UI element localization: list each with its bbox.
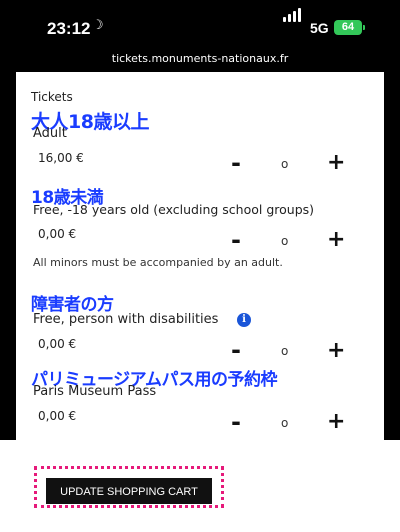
battery-cap: [363, 25, 365, 30]
decrease-button[interactable]: -: [231, 149, 241, 177]
decrease-button[interactable]: -: [231, 336, 241, 364]
quantity-value: o: [281, 416, 289, 430]
increase-button[interactable]: +: [327, 150, 345, 175]
ticket-name: Paris Museum Pass: [33, 384, 157, 399]
status-time: 23:12: [47, 19, 91, 38]
quantity-value: o: [281, 234, 289, 248]
left-panel: [0, 440, 16, 532]
quantity-value: o: [281, 157, 289, 171]
ticket-card-bottom: [16, 440, 384, 465]
status-bar: 23:12 ☽ 5G 64: [0, 0, 400, 46]
ticket-price: 16,00 €: [38, 151, 84, 165]
section-label: Tickets: [31, 90, 73, 104]
ticket-name: Free, person with disabilities: [33, 312, 219, 327]
minor-note: All minors must be accompanied by an adu…: [33, 256, 283, 269]
ticket-name: Free, -18 years old (excluding school gr…: [33, 202, 315, 217]
network-label: 5G: [310, 20, 329, 36]
ticket-price: 0,00 €: [38, 337, 77, 351]
ticket-name: Adult: [33, 126, 67, 141]
url-bar[interactable]: tickets.monuments-nationaux.fr: [0, 46, 400, 72]
decrease-button[interactable]: -: [231, 408, 241, 436]
increase-button[interactable]: +: [327, 409, 345, 434]
update-cart-button[interactable]: UPDATE SHOPPING CART: [46, 478, 212, 504]
quantity-value: o: [281, 344, 289, 358]
ticket-price: 0,00 €: [38, 227, 77, 241]
battery-icon: 64: [334, 20, 362, 35]
ticket-price: 0,00 €: [38, 409, 77, 423]
info-icon[interactable]: i: [237, 313, 251, 327]
right-panel: [384, 440, 400, 532]
increase-button[interactable]: +: [327, 338, 345, 363]
increase-button[interactable]: +: [327, 227, 345, 252]
decrease-button[interactable]: -: [231, 226, 241, 254]
moon-icon: ☽: [92, 18, 104, 33]
